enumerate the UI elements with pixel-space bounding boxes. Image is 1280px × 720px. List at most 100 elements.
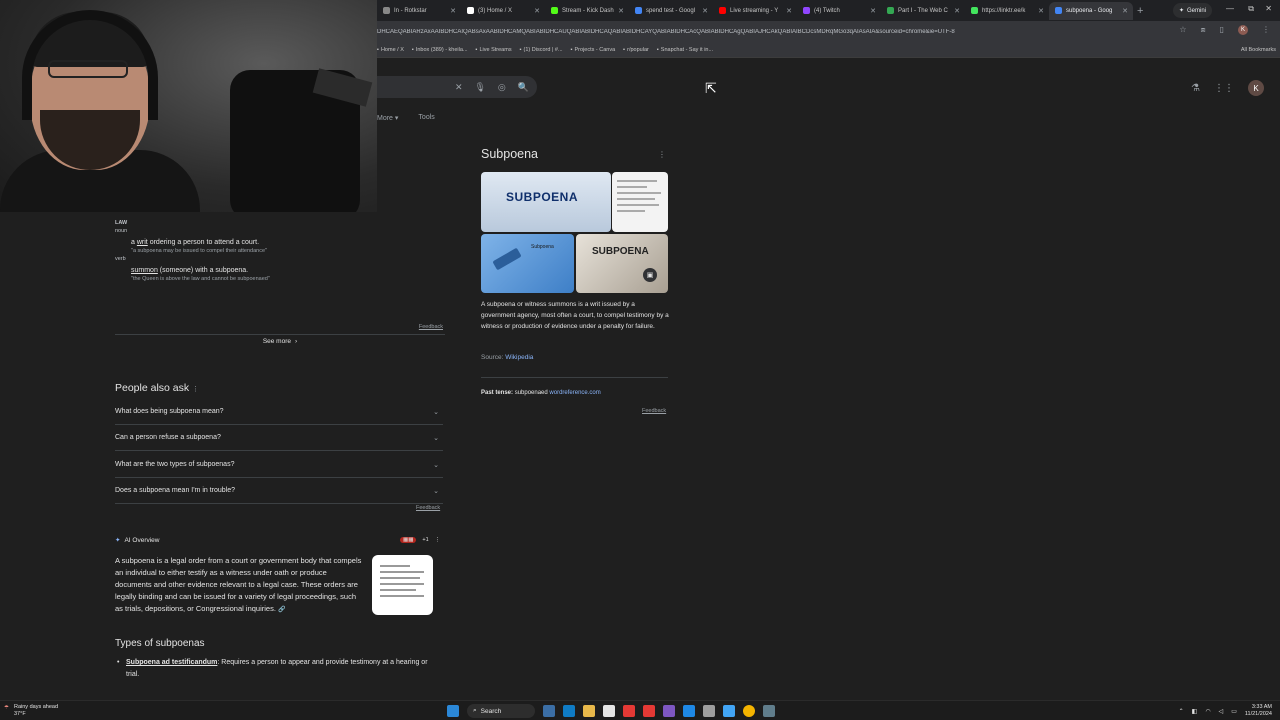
app-icon[interactable] [723,705,735,717]
battery-icon[interactable]: ▭ [1231,708,1237,715]
browser-tab[interactable]: spend test - Googl ✕ [629,2,713,20]
summon-link[interactable]: summon [131,267,158,274]
clock[interactable]: 3:33 AM 11/21/2024 [1245,704,1272,718]
wifi-icon[interactable]: ◠ [1205,708,1210,715]
search-icon[interactable]: 🔍 [518,82,529,93]
wikipedia-link[interactable]: Wikipedia [505,354,533,361]
tray-icon[interactable]: ◧ [1192,708,1198,715]
image-text: SUBPOENA [592,246,649,257]
browser-tab[interactable]: Stream - Kick Dash ✕ [545,2,629,20]
app-icon[interactable] [663,705,675,717]
chrome-icon[interactable] [743,705,755,717]
tab-close-icon[interactable]: ✕ [1038,7,1044,15]
browser-tab[interactable]: Part I - The Web C ✕ [881,2,965,20]
clear-icon[interactable]: ✕ [455,82,463,93]
app-icon[interactable] [683,705,695,717]
tab-close-icon[interactable]: ✕ [702,7,708,15]
ai-source-thumbnail[interactable] [372,555,433,615]
paa-question[interactable]: What does being subpoena mean? ⌄ [115,399,443,425]
new-tab-icon[interactable]: + [1137,5,1143,17]
settings-icon[interactable] [763,705,775,717]
wordreference-link[interactable]: wordreference.com [549,390,600,396]
gemini-button[interactable]: ✦ Gemini [1172,3,1212,18]
volume-icon[interactable]: ◁ [1219,708,1224,715]
star-icon[interactable]: ☆ [1179,25,1186,35]
maximize-icon[interactable]: ⧉ [1248,4,1254,14]
app-icon[interactable] [623,705,635,717]
definition-feedback-link[interactable]: Feedback [419,324,443,330]
start-icon[interactable] [447,705,459,717]
labs-icon[interactable]: ⚗ [1191,83,1200,94]
filter-more[interactable]: More ▾ [377,114,398,122]
store-icon[interactable] [603,705,615,717]
tab-label: Stream - Kick Dash [562,7,614,14]
extensions-icon[interactable]: ⧈ [1201,25,1206,35]
pos-verb: verb [115,256,126,262]
tab-close-icon[interactable]: ✕ [954,7,960,15]
more-options-icon[interactable]: ⋮ [658,150,666,159]
more-options-icon[interactable]: ⋮ [192,386,199,393]
file-explorer-icon[interactable] [583,705,595,717]
writ-link[interactable]: writ [137,239,148,246]
link-icon[interactable]: 🔗 [278,607,285,613]
task-view-icon[interactable] [543,705,555,717]
subpoena-image-3[interactable]: Subpoena [481,234,574,293]
bookmark-item[interactable]: ▪ Inbox (389) - kheila... [412,47,468,53]
url-text[interactable]: DHCAEQABIARzAxAAIBDHCAIQABsAxAABIDHCAMQA… [377,29,1157,35]
bookmark-favicon-icon: ▪ [656,46,659,53]
sidepanel-icon[interactable]: ▯ [1220,25,1224,35]
weather-widget[interactable]: ☂ Rainy days ahead 37°F [4,704,58,718]
tab-close-icon[interactable]: ✕ [870,7,876,15]
bookmark-item[interactable]: ▪ Live Streams [476,47,512,53]
browser-tab[interactable]: (3) Home / X ✕ [461,2,545,20]
browser-tab[interactable]: subpoena - Goog ✕ [1049,1,1133,20]
bookmark-item[interactable]: ▪ Projects - Canva [571,47,616,53]
bookmark-item[interactable]: ▪ Home / X [377,47,404,53]
tab-close-icon[interactable]: ✕ [1122,7,1128,15]
see-more-button[interactable]: See more › [115,334,445,348]
subpoena-image-4[interactable]: SUBPOENA [576,234,668,293]
minimize-icon[interactable]: — [1226,4,1234,13]
browser-tab[interactable]: Live streaming - Y ✕ [713,2,797,20]
taskbar-search[interactable]: ⌕ Search [467,704,535,718]
app-icon[interactable] [643,705,655,717]
apps-grid-icon[interactable]: ⋮⋮ [1214,83,1234,94]
close-window-icon[interactable]: ✕ [1265,4,1272,13]
account-avatar[interactable]: K [1248,80,1264,96]
menu-icon[interactable]: ⋮ [1262,25,1270,35]
browser-tab[interactable]: https://linktr.ee/k ✕ [965,2,1049,20]
paa-question[interactable]: Can a person refuse a subpoena? ⌄ [115,425,443,451]
filter-tools[interactable]: Tools [418,114,434,122]
see-more-label: See more [262,338,291,345]
subpoena-image-2[interactable] [612,172,668,232]
tab-close-icon[interactable]: ✕ [534,7,540,15]
browser-tab[interactable]: In - Rotkstar ✕ [377,2,461,20]
tab-close-icon[interactable]: ✕ [450,7,456,15]
tab-favicon-icon [1055,7,1062,14]
image-gallery-icon[interactable]: ▣ [643,268,657,282]
tab-close-icon[interactable]: ✕ [786,7,792,15]
image-text: Subpoena [531,244,554,250]
all-bookmarks-button[interactable]: All Bookmarks [1241,47,1276,53]
app-icon[interactable] [703,705,715,717]
bookmark-item[interactable]: ▪ (1) Discord | #... [520,47,563,53]
bullet-term-link[interactable]: Subpoena ad testificandum [126,659,217,666]
search-box[interactable]: ✕ 🎙 ◎ 🔍 [377,76,537,98]
profile-avatar[interactable]: K [1238,25,1248,35]
tab-close-icon[interactable]: ✕ [618,7,624,15]
more-options-icon[interactable]: ⋮ [435,537,441,543]
bookmark-item[interactable]: ▪ Snapchat - Say it in... [657,47,713,53]
bookmark-item[interactable]: ▪ r/popular [623,47,649,53]
lens-icon[interactable]: ◎ [498,82,506,93]
tray-chevron-icon[interactable]: ⌃ [1179,708,1184,715]
knowledge-panel-feedback-link[interactable]: Feedback [642,408,666,414]
subpoena-image-1[interactable]: SUBPOENA [481,172,611,232]
browser-tab[interactable]: (4) Twitch ✕ [797,2,881,20]
paa-question[interactable]: What are the two types of subpoenas? ⌄ [115,452,443,478]
paa-question[interactable]: Does a subpoena mean I'm in trouble? ⌄ [115,478,443,504]
paa-feedback-link[interactable]: Feedback [416,505,1278,511]
mic-icon[interactable]: 🎙 [474,82,485,93]
ai-sources-badge[interactable]: ▦▦ +1 ⋮ [400,537,440,543]
edge-icon[interactable] [563,705,575,717]
bookmark-label: Snapchat - Say it in... [660,46,714,53]
